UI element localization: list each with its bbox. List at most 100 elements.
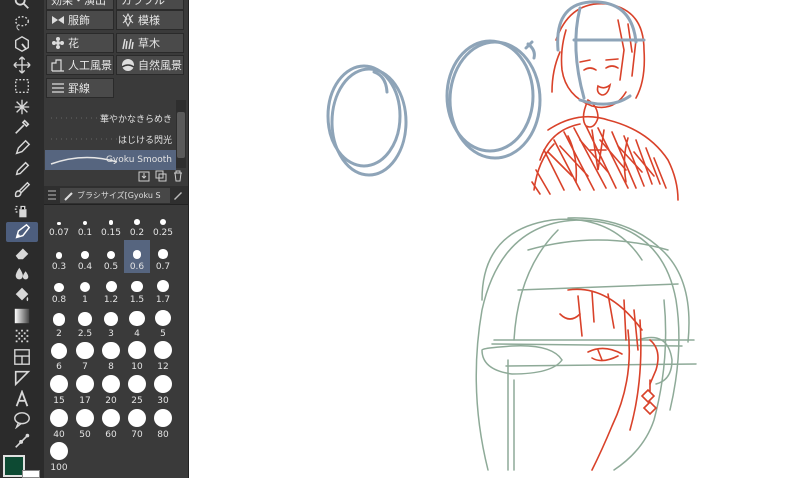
- gradient-tool-button[interactable]: [6, 306, 38, 326]
- brush-size-cell[interactable]: 8: [98, 340, 124, 373]
- correct-line-tool-icon: [15, 433, 30, 448]
- material-building-button[interactable]: 人工風景: [46, 55, 114, 76]
- airbrush-tool-icon: [14, 205, 27, 218]
- brush-size-cell[interactable]: 1.7: [150, 273, 176, 306]
- brush-size-dot: [78, 312, 92, 326]
- brush-size-cell[interactable]: 60: [98, 408, 124, 441]
- brush-size-cell[interactable]: 10: [124, 340, 150, 373]
- brush-size-cell[interactable]: 100: [46, 441, 72, 474]
- drawing-canvas[interactable]: [188, 0, 800, 478]
- brush-size-label: 2: [56, 328, 62, 339]
- frame-tool-button[interactable]: [6, 347, 38, 367]
- zoom-tool-button[interactable]: [6, 0, 38, 12]
- blue-oval-sketch-middle: [445, 39, 542, 160]
- brush-size-cell[interactable]: 7: [72, 340, 98, 373]
- brush-size-cell[interactable]: 6: [46, 340, 72, 373]
- correct-line-tool-button[interactable]: [6, 431, 38, 451]
- brush-size-label: 100: [50, 463, 68, 474]
- brush-size-cell[interactable]: 4: [124, 307, 150, 340]
- material-pattern-button[interactable]: 模様: [116, 10, 184, 30]
- auto-select-tool-icon: [14, 99, 30, 114]
- brush-size-cell[interactable]: 0.3: [46, 240, 72, 273]
- material-label: 人工風景: [68, 59, 112, 73]
- brush-tool-button[interactable]: [6, 180, 38, 200]
- brush-size-cell[interactable]: 2.5: [72, 307, 98, 340]
- lasso-select-tool-button[interactable]: [6, 13, 38, 33]
- brush-size-cell[interactable]: 17: [72, 374, 98, 407]
- brush-item[interactable]: Gyoku Smooth: [45, 150, 176, 170]
- brush-size-cell[interactable]: 40: [46, 408, 72, 441]
- auto-select-tool-button[interactable]: [6, 97, 38, 117]
- ruler-tool-button[interactable]: [6, 368, 38, 388]
- brush-size-cell[interactable]: 0.25: [150, 206, 176, 239]
- brush-size-cell[interactable]: 0.7: [150, 240, 176, 273]
- brush-size-label: 20: [105, 396, 117, 406]
- brush-size-cell[interactable]: 5: [150, 307, 176, 340]
- pen-tool-button[interactable]: [6, 138, 38, 158]
- object-tool-button[interactable]: [6, 34, 38, 54]
- panel-menu-icon[interactable]: [48, 190, 56, 200]
- brush-size-cell[interactable]: 70: [124, 408, 150, 441]
- brush-size-dot: [128, 341, 146, 360]
- decoration-tool-button[interactable]: [6, 221, 38, 242]
- material-bow-button[interactable]: 服飾: [46, 10, 114, 30]
- brush-item[interactable]: はじける閃光: [45, 129, 176, 149]
- brush-size-cell[interactable]: 15: [46, 374, 72, 407]
- material-landscape-button[interactable]: 自然風景: [116, 55, 184, 76]
- rect-select-tool-button[interactable]: [6, 76, 38, 96]
- brush-size-cell[interactable]: 0.15: [98, 206, 124, 239]
- brush-size-label: 0.2: [129, 228, 145, 238]
- brush-size-dot: [50, 375, 68, 393]
- brush-size-cell[interactable]: 1: [72, 273, 98, 306]
- tone-tool-button[interactable]: [6, 326, 38, 346]
- brush-size-cell[interactable]: 0.07: [46, 206, 72, 239]
- text-tool-button[interactable]: [6, 389, 38, 409]
- material-flower-button[interactable]: 花: [46, 32, 114, 53]
- import-icon[interactable]: [138, 170, 150, 182]
- brush-size-cell[interactable]: 3: [98, 307, 124, 340]
- brush-size-cell[interactable]: 12: [150, 340, 176, 373]
- trash-icon[interactable]: [172, 170, 184, 182]
- airbrush-tool-button[interactable]: [6, 201, 38, 221]
- material-effects-button[interactable]: 効果・演出: [46, 0, 114, 10]
- balloon-tool-button[interactable]: [6, 410, 38, 430]
- brush-size-cell[interactable]: 80: [150, 408, 176, 441]
- material-grass-button[interactable]: 草木: [116, 32, 184, 53]
- brush-size-cell[interactable]: 0.8: [46, 273, 72, 306]
- brush-size-label: 4: [134, 328, 140, 339]
- eyedropper-tool-button[interactable]: [6, 117, 38, 137]
- duplicate-icon[interactable]: [155, 170, 167, 182]
- brush-size-cell[interactable]: 1.2: [98, 273, 124, 306]
- eyedropper-tool-icon: [15, 119, 30, 135]
- pen-settings-icon[interactable]: [172, 189, 184, 201]
- brush-size-cell[interactable]: 0.2: [124, 206, 150, 239]
- brush-size-cell[interactable]: 50: [72, 408, 98, 441]
- eraser-tool-button[interactable]: [6, 243, 38, 263]
- brush-size-label: 0.8: [51, 295, 67, 306]
- blue-construction-lines: [556, 0, 646, 106]
- fill-tool-button[interactable]: [6, 285, 38, 305]
- tab-brush-size[interactable]: ブラシサイズ[Gyoku S: [60, 188, 170, 203]
- brush-size-cell[interactable]: 2: [46, 307, 72, 340]
- brush-size-cell[interactable]: 0.4: [72, 240, 98, 273]
- material-colorful-button[interactable]: カラフル: [116, 0, 184, 10]
- brush-size-cell[interactable]: 20: [98, 374, 124, 407]
- brush-size-cell[interactable]: 30: [150, 374, 176, 407]
- brush-size-label: 7: [82, 362, 88, 373]
- brush-tool-icon: [14, 181, 31, 198]
- brush-size-cell[interactable]: 0.6: [124, 239, 150, 273]
- brush-size-label: 12: [157, 362, 169, 373]
- brush-item[interactable]: 華やかなきらめき: [45, 108, 176, 128]
- blend-tool-button[interactable]: [6, 264, 38, 284]
- brush-size-label: 0.4: [77, 261, 93, 272]
- sub-color-swatch[interactable]: [22, 470, 40, 478]
- brush-size-cell[interactable]: 25: [124, 374, 150, 407]
- brush-size-cell[interactable]: 1.5: [124, 273, 150, 306]
- brush-size-cell[interactable]: 0.1: [72, 206, 98, 239]
- move-tool-button[interactable]: [6, 55, 38, 75]
- brush-size-cell[interactable]: 0.5: [98, 240, 124, 273]
- brush-size-label: 0.1: [77, 228, 93, 238]
- brush-list-scroll-thumb[interactable]: [177, 112, 185, 158]
- pencil-tool-button[interactable]: [6, 159, 38, 179]
- material-ruled-lines-button[interactable]: 罫線: [46, 77, 114, 98]
